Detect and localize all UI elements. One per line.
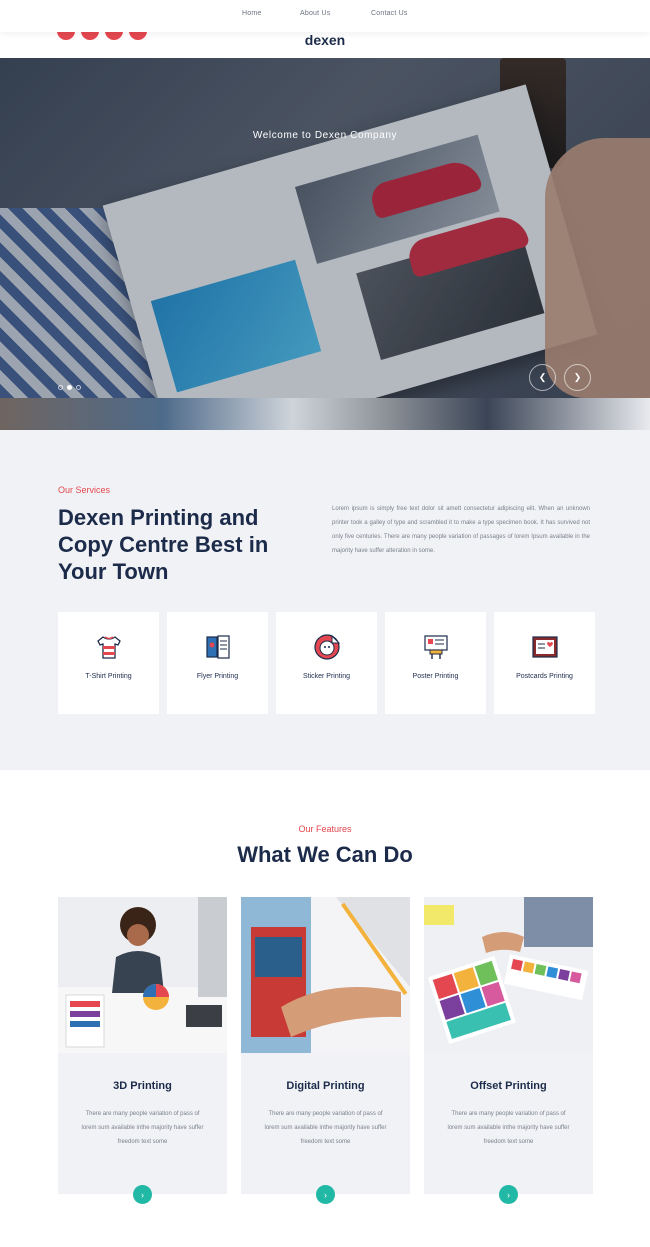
service-card-tshirt[interactable]: T-Shirt Printing [58, 612, 159, 714]
chevron-right-icon: ❯ [573, 372, 582, 382]
feature-title: Offset Printing [470, 1080, 547, 1092]
hero-slider: Welcome to Dexen Company ❮ ❯ [0, 58, 650, 398]
nav-contact-link[interactable]: Contact Us [371, 10, 408, 17]
service-card-label: Flyer Printing [196, 673, 239, 680]
chevron-left-icon: ❮ [538, 372, 547, 382]
flyer-icon [206, 635, 230, 659]
service-card-label: Poster Printing [412, 673, 459, 680]
feature-card-offset-printing[interactable]: Offset Printing There are many people va… [424, 897, 593, 1204]
slider-dot-active[interactable] [67, 385, 72, 390]
service-card-postcard[interactable]: Postcards Printing [494, 612, 595, 714]
service-card-label: T-Shirt Printing [85, 673, 132, 680]
chevron-right-icon: › [507, 1189, 510, 1200]
slider-dot[interactable] [76, 385, 81, 390]
feature-image [424, 897, 593, 1053]
services-description: Lorem ipsum is simply free text dolor si… [332, 506, 590, 554]
feature-image [58, 897, 227, 1053]
feature-description: There are many people variation of pass … [447, 1111, 570, 1145]
service-cards: T-Shirt Printing Flyer Printing Sticker … [58, 612, 595, 714]
chevron-right-icon: › [141, 1189, 144, 1200]
feature-arrow-button[interactable]: › [499, 1185, 518, 1204]
sticker-icon [314, 634, 341, 660]
hero-overlay [0, 58, 650, 398]
slider-dot[interactable] [58, 385, 63, 390]
features-eyebrow: Our Features [298, 824, 352, 834]
service-card-label: Postcards Printing [516, 673, 573, 680]
top-navigation-bar: Home About Us Contact Us [0, 0, 650, 32]
feature-card-digital-printing[interactable]: Digital Printing There are many people v… [241, 897, 410, 1204]
services-section: Our Services Dexen Printing and Copy Cen… [0, 430, 650, 770]
main-nav: Home About Us Contact Us [0, 10, 650, 24]
services-eyebrow: Our Services [58, 485, 111, 495]
feature-title: Digital Printing [286, 1080, 365, 1092]
feature-card-3d-printing[interactable]: 3D Printing There are many people variat… [58, 897, 227, 1204]
nav-home-link[interactable]: Home [242, 10, 261, 17]
chevron-right-icon: › [324, 1189, 327, 1200]
nav-about-link[interactable]: About Us [300, 10, 330, 17]
service-card-label: Sticker Printing [302, 673, 351, 680]
slider-prev-button[interactable]: ❮ [529, 364, 556, 391]
tshirt-icon [97, 636, 121, 659]
slider-next-button[interactable]: ❯ [564, 364, 591, 391]
postcard-icon [532, 636, 558, 658]
brand-bar: dexen [0, 28, 650, 58]
features-section: Our Features What We Can Do 3D Printing [0, 770, 650, 1247]
service-card-flyer[interactable]: Flyer Printing [167, 612, 268, 714]
feature-arrow-button[interactable]: › [316, 1185, 335, 1204]
poster-icon [424, 635, 448, 659]
slider-dots [58, 385, 81, 390]
feature-description: There are many people variation of pass … [81, 1111, 204, 1145]
site-logo[interactable]: dexen [0, 32, 650, 48]
hero-bottom-photo-strip [0, 398, 650, 430]
feature-image [241, 897, 410, 1053]
hero-title: Welcome to Dexen Company [252, 130, 398, 141]
service-card-poster[interactable]: Poster Printing [385, 612, 486, 714]
feature-arrow-button[interactable]: › [133, 1185, 152, 1204]
services-heading: Dexen Printing and Copy Centre Best in Y… [58, 505, 269, 584]
features-heading: What We Can Do [237, 842, 413, 867]
feature-description: There are many people variation of pass … [264, 1111, 387, 1145]
service-card-sticker[interactable]: Sticker Printing [276, 612, 377, 714]
feature-title: 3D Printing [113, 1080, 172, 1092]
